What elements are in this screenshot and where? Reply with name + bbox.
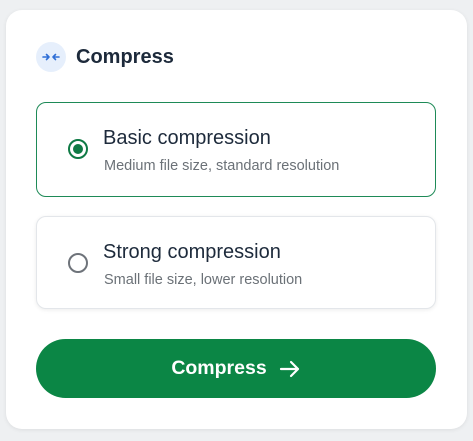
- radio-unselected-icon[interactable]: [68, 253, 88, 273]
- radio-selected-icon[interactable]: [68, 139, 88, 159]
- compress-button-label: Compress: [171, 357, 267, 379]
- compress-button[interactable]: Compress: [36, 339, 436, 398]
- option-description: Small file size, lower resolution: [104, 272, 303, 288]
- panel-header: Compress: [36, 42, 174, 72]
- option-strong-compression[interactable]: Strong compression Small file size, lowe…: [36, 216, 436, 309]
- option-title: Strong compression: [103, 241, 281, 263]
- option-basic-compression[interactable]: Basic compression Medium file size, stan…: [36, 102, 436, 197]
- option-description: Medium file size, standard resolution: [104, 158, 340, 174]
- compress-panel: Compress Basic compression Medium file s…: [6, 10, 467, 429]
- panel-title: Compress: [76, 45, 174, 68]
- compress-arrows-icon: [36, 42, 66, 72]
- arrow-right-icon: [279, 360, 301, 378]
- option-title: Basic compression: [103, 127, 271, 149]
